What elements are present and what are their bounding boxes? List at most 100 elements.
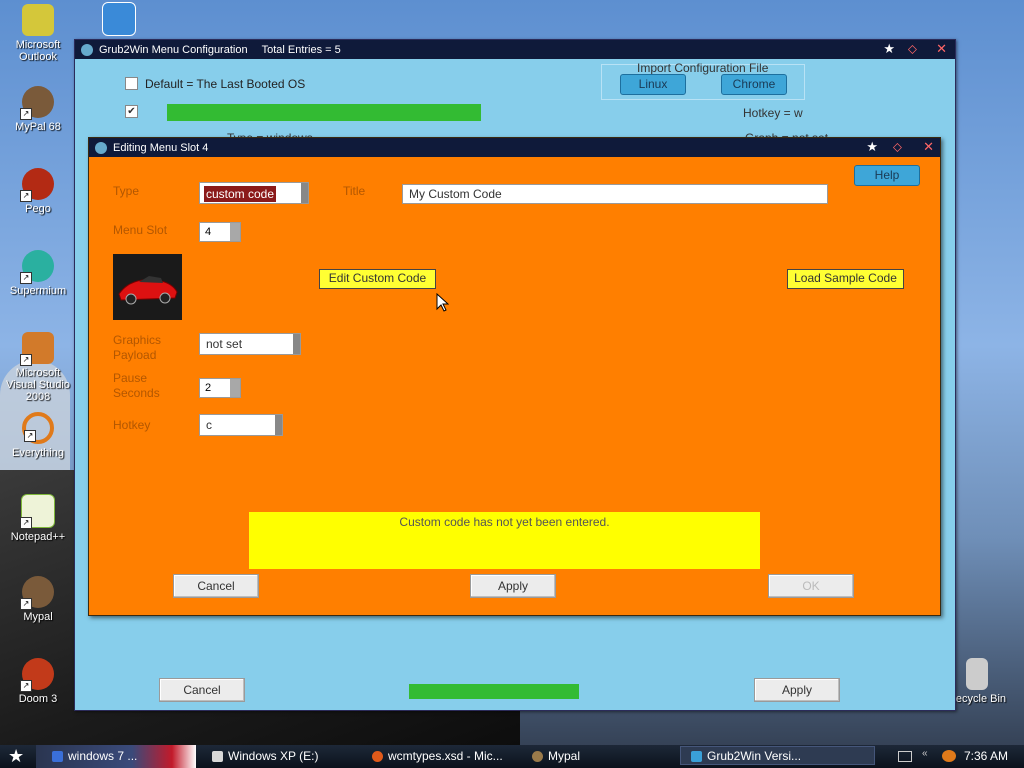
edit-titlebar: Editing Menu Slot 4 ★ ⬦ ✕ [89,138,940,157]
sports-car-icon [118,276,178,305]
default-checkbox[interactable] [125,77,138,90]
shortcut-arrow-icon: ↗ [20,680,32,692]
dialog-cancel-button[interactable]: Cancel [173,574,259,598]
task-item-windows7[interactable]: windows 7 ... [50,747,137,766]
main-cancel-button[interactable]: Cancel [159,678,245,702]
desktop-icon-outlook[interactable]: Microsoft Outlook [0,4,76,63]
desktop-icon-visual-studio[interactable]: ↗ Microsoft Visual Studio 2008 [0,332,76,403]
desktop-icon-mypal68[interactable]: ↗ MyPal 68 [0,86,76,133]
desktop-icon-label: Notepad++ [10,531,66,543]
close-icon[interactable]: ✕ [923,140,934,154]
menu-slot-spinner[interactable]: 4 [199,222,241,242]
clock: 7:36 AM [964,749,1009,763]
import-chrome-button[interactable]: Chrome [721,74,787,95]
recycle-bin-icon [966,658,988,690]
notepadpp-icon: ↗ [20,494,55,529]
everything-icon: ↗ [22,412,54,444]
graphics-payload-select[interactable]: not set [199,333,301,355]
import-linux-button[interactable]: Linux [620,74,686,95]
help-button[interactable]: Help [854,165,920,186]
desktop-icon-supermium[interactable]: ↗ Supermium [0,250,76,297]
shortcut-arrow-icon: ↗ [20,108,32,120]
desktop-icon-label: Supermium [9,285,67,297]
type-label: Type [113,184,140,198]
pause-label-line2: Seconds [113,386,160,400]
title-label: Title [343,184,366,198]
mouse-cursor-icon [436,292,450,315]
keyboard-icon[interactable] [898,751,912,762]
raccoon-icon: ↗ [20,86,54,120]
task-item-wcmtypes[interactable]: wcmtypes.xsd - Mic... [370,747,503,766]
spinner-arrows-icon[interactable] [230,379,240,397]
browser-icon [372,751,383,762]
selected-entry-bar[interactable] [167,104,481,121]
desktop-icon-pego[interactable]: ↗ Pego [0,168,76,215]
hotkey-select[interactable]: c [199,414,283,436]
desktop-icon-doom3[interactable]: ↗ Doom 3 [0,658,76,705]
shortcut-arrow-icon: ↗ [20,272,32,284]
title-input[interactable]: My Custom Code [402,184,828,204]
grub2win-icon [95,141,107,154]
type-select[interactable]: custom code [199,182,309,204]
window-title: Grub2Win Menu Configuration [99,43,248,56]
desktop-icon-label: Everything [12,447,64,459]
main-apply-button[interactable]: Apply [754,678,840,702]
entry-checkbox[interactable]: ✔ [125,105,138,118]
dialog-apply-button[interactable]: Apply [470,574,556,598]
supermium-icon: ↗ [20,250,54,284]
restore-icon[interactable]: ⬦ [908,42,917,56]
raccoon-icon: ↗ [20,576,54,610]
desktop-icon-mypal[interactable]: ↗ Mypal [0,576,76,623]
graphics-payload-label-line2: Payload [113,348,157,362]
dropdown-handle [293,334,300,354]
spinner-arrows-icon[interactable] [230,223,240,241]
pin-icon[interactable]: ★ [866,140,878,154]
os-thumbnail-image[interactable] [113,254,182,320]
dialog-title: Editing Menu Slot 4 [113,141,209,154]
hotkey-value: c [206,418,212,432]
pause-seconds-spinner[interactable]: 2 [199,378,241,398]
close-icon[interactable]: ✕ [936,42,947,56]
pause-seconds-value: 2 [205,382,212,394]
shortcut-arrow-icon: ↗ [20,354,32,366]
hotkey-label: Hotkey [113,418,151,432]
shortcut-arrow-icon: ↗ [20,517,32,529]
load-sample-code-button[interactable]: Load Sample Code [787,269,904,289]
edit-custom-code-button[interactable]: Edit Custom Code [319,269,436,289]
grub2win-icon [81,43,93,56]
desktop-icon-everything[interactable]: ↗ Everything [0,412,76,459]
dialog-ok-button[interactable]: OK [768,574,854,598]
task-label: wcmtypes.xsd - Mic... [388,749,503,763]
explorer-icon [52,751,63,762]
tray-app-icon[interactable] [942,750,956,762]
desktop-icon-label: Microsoft Outlook [15,39,61,63]
drive-icon [212,751,223,762]
desktop-icon-label: Mypal [23,611,53,623]
menu-slot-value: 4 [205,226,212,238]
desktop-icon-label: Pego [25,203,51,215]
bottom-status-bar [409,684,579,699]
desktop-icon-label: Doom 3 [18,693,58,705]
menu-slot-label: Menu Slot [113,223,168,237]
task-item-grub2win[interactable]: Grub2Win Versi... [680,746,875,765]
status-message: Custom code has not yet been entered. [399,515,610,529]
pin-icon[interactable]: ★ [883,42,895,56]
task-label: windows 7 ... [68,749,138,763]
pego-icon: ↗ [20,168,54,202]
default-checkbox-label: Default = The Last Booted OS [145,77,306,91]
task-item-windows-xp[interactable]: Windows XP (E:) [210,747,318,766]
restore-icon[interactable]: ⬦ [893,140,902,154]
start-star-icon[interactable]: ★ [8,746,24,767]
graphics-payload-value: not set [206,337,243,351]
raccoon-icon [532,751,543,762]
graphics-payload-label: Graphics [113,333,162,347]
desktop-icon-unknown[interactable] [102,2,136,39]
desktop-icon-notepadpp[interactable]: ↗ Notepad++ [0,494,76,543]
task-item-mypal[interactable]: Mypal [530,747,580,766]
chevron-icon[interactable]: « [922,748,928,759]
outlook-icon [22,4,54,36]
shortcut-arrow-icon: ↗ [20,190,32,202]
app-icon [102,2,136,36]
visual-studio-icon: ↗ [20,332,54,366]
taskbar: ★ windows 7 ... Windows XP (E:) wcmtypes… [0,745,1024,768]
